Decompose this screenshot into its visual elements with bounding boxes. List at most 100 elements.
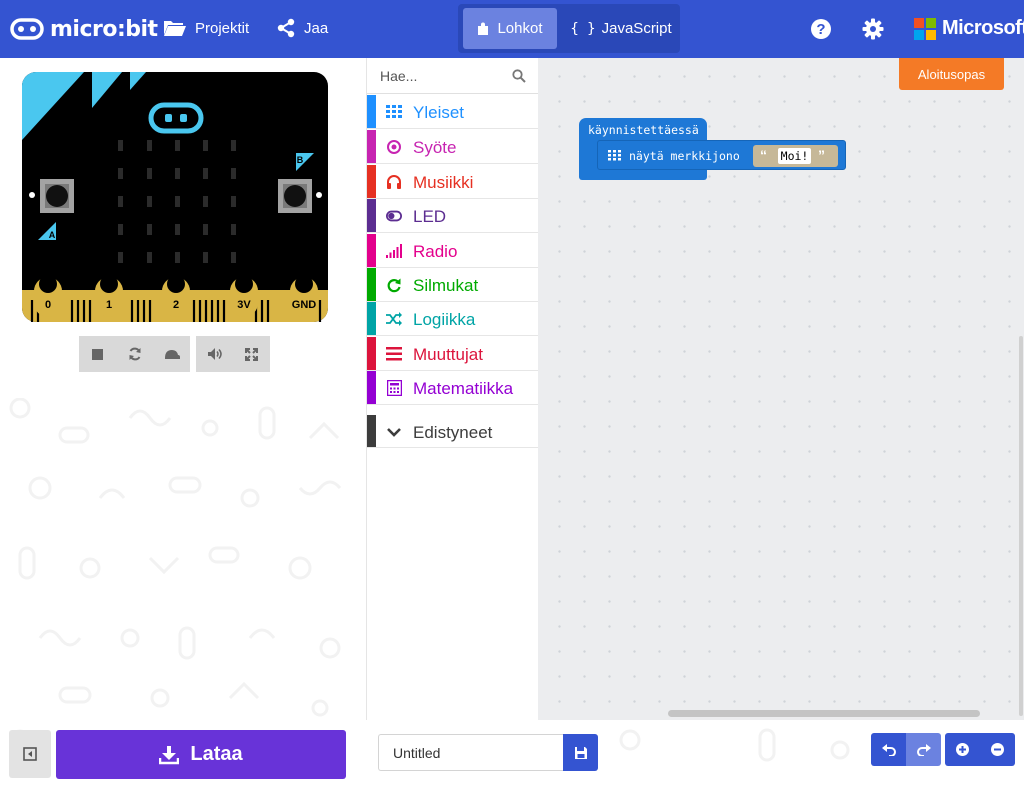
category-label: Syöte	[413, 138, 457, 157]
fullscreen-button[interactable]	[233, 336, 270, 372]
string-block[interactable]: “ Moi! ”	[753, 145, 838, 167]
calculator-icon	[386, 380, 402, 396]
category-label: Muuttujat	[413, 345, 483, 364]
category-matematiikka[interactable]: Matematiikka	[367, 371, 538, 405]
projects-label: Projektit	[195, 19, 250, 37]
simulator-controls	[79, 336, 271, 372]
slow-motion-icon	[164, 350, 180, 359]
editor-toolbar: Lataa	[0, 720, 1024, 786]
category-advanced[interactable]: Edistyneet	[367, 415, 538, 448]
share-icon	[277, 18, 295, 38]
category-label: Yleiset	[413, 103, 465, 122]
pin-3v-label: 3V	[237, 299, 251, 311]
stop-icon	[92, 348, 103, 360]
category-muuttujat[interactable]: Muuttujat	[367, 337, 538, 371]
microsoft-logo[interactable]: Microsoft	[914, 17, 1024, 40]
category-label: Musiikki	[413, 173, 474, 192]
grid-icon	[608, 150, 621, 161]
toolbox-search	[367, 58, 538, 94]
tour-button[interactable]: Aloitusopas	[899, 58, 1004, 90]
collapse-left-icon	[23, 747, 37, 761]
settings-button[interactable]	[858, 14, 888, 44]
tab-blocks-label: Lohkot	[497, 20, 543, 37]
category-label: Silmukat	[413, 276, 479, 295]
share-button[interactable]: Jaa	[276, 15, 328, 41]
gear-icon	[862, 18, 884, 40]
editor-toggle: Lohkot { } JavaScript	[458, 4, 680, 53]
pin-1-label: 1	[106, 299, 112, 311]
folder-icon	[164, 21, 186, 36]
download-icon	[159, 745, 180, 764]
help-button[interactable]: ?	[806, 14, 836, 44]
search-icon[interactable]	[512, 69, 526, 83]
tab-blocks[interactable]: Lohkot	[463, 8, 557, 49]
horizontal-scrollbar[interactable]	[668, 710, 980, 717]
restart-icon	[129, 347, 140, 361]
tab-javascript[interactable]: { } JavaScript	[566, 8, 676, 49]
category-label: Radio	[413, 242, 458, 261]
category-logiikka[interactable]: Logiikka	[367, 302, 538, 336]
tab-javascript-label: JavaScript	[601, 20, 672, 37]
search-input[interactable]	[380, 66, 505, 86]
button-b-label: B	[297, 155, 304, 165]
category-radio[interactable]: Radio	[367, 234, 538, 268]
mute-icon	[207, 348, 222, 360]
headphones-icon	[386, 174, 402, 190]
category-yleiset[interactable]: Yleiset	[367, 95, 538, 129]
microbit-board[interactable]: A B 0 1 2 3V GND	[22, 72, 328, 322]
microbit-logo[interactable]: micro:bit	[10, 14, 158, 44]
category-silmukat[interactable]: Silmukat	[367, 268, 538, 302]
blocks-workspace[interactable]: Aloitusopas käynnistettäessä näytä merkk…	[538, 58, 1024, 720]
zoom-in-icon	[956, 743, 969, 756]
on-start-label: käynnistettäessä	[588, 123, 699, 137]
mute-button[interactable]	[196, 336, 233, 372]
download-label: Lataa	[190, 743, 243, 765]
collapse-simulator-button[interactable]	[9, 730, 51, 778]
zoom-in-button[interactable]	[945, 733, 980, 766]
shuffle-icon	[386, 311, 402, 327]
stop-button[interactable]	[79, 336, 116, 372]
grid-icon	[386, 104, 402, 120]
category-musiikki[interactable]: Musiikki	[367, 165, 538, 199]
project-name-input[interactable]	[378, 734, 564, 771]
signal-icon	[386, 243, 402, 259]
help-icon: ?	[811, 19, 831, 39]
target-icon	[386, 139, 402, 155]
pin-2-label: 2	[173, 299, 179, 311]
category-label: Edistyneet	[413, 423, 493, 442]
microsoft-label: Microsoft	[942, 17, 1024, 39]
category-led[interactable]: LED	[367, 199, 538, 233]
vertical-scrollbar[interactable]	[1019, 336, 1023, 716]
chevron-down-icon	[386, 424, 402, 440]
background-pattern	[619, 728, 850, 762]
zoom-out-button[interactable]	[980, 733, 1015, 766]
restart-button[interactable]	[116, 336, 153, 372]
undo-icon	[881, 743, 896, 756]
close-quote-icon: ”	[818, 147, 825, 163]
category-syote[interactable]: Syöte	[367, 130, 538, 164]
string-field[interactable]: Moi!	[778, 148, 811, 164]
lines-icon	[386, 346, 402, 362]
projects-button[interactable]: Projektit	[163, 15, 249, 41]
microbit-logo-icon	[10, 18, 44, 40]
category-label: LED	[413, 207, 447, 226]
redo-button[interactable]	[906, 733, 941, 766]
button-a-label: A	[49, 230, 56, 240]
simulator-panel: A B 0 1 2 3V GND	[0, 58, 366, 720]
download-button[interactable]: Lataa	[56, 730, 346, 779]
loop-icon	[386, 277, 402, 293]
puzzle-icon	[478, 22, 489, 35]
svg-text:?: ?	[816, 21, 825, 38]
save-button[interactable]	[563, 734, 598, 771]
show-string-block[interactable]: näytä merkkijono “ Moi! ”	[597, 140, 846, 170]
save-icon	[574, 746, 587, 759]
pin-gnd-label: GND	[292, 299, 317, 311]
zoom-out-icon	[991, 743, 1004, 756]
slow-motion-button[interactable]	[153, 336, 190, 372]
brand-name: micro:bit	[50, 16, 158, 42]
undo-button[interactable]	[871, 733, 906, 766]
header-bar: micro:bit Projektit Jaa Lohkot {} JavaS…	[0, 0, 1024, 58]
microsoft-logo-icon	[914, 17, 936, 40]
open-quote-icon: “	[760, 147, 767, 163]
fullscreen-icon	[245, 347, 258, 361]
